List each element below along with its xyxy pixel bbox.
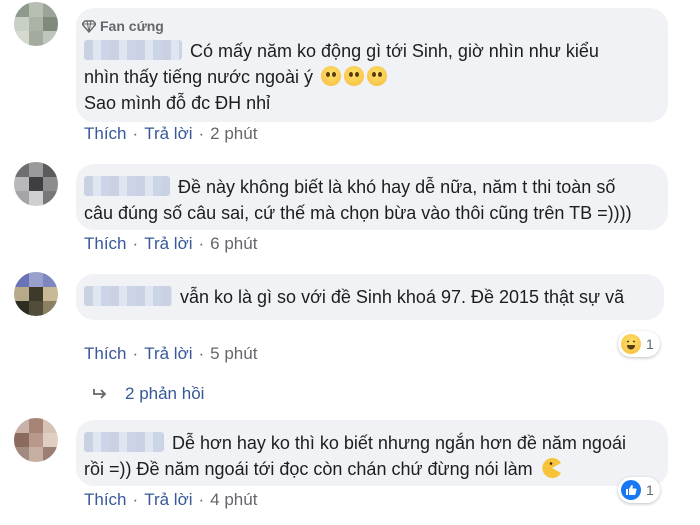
- reaction-summary[interactable]: 1: [618, 477, 660, 503]
- pacman-emoji-icon: [541, 458, 562, 485]
- like-reaction-icon: [621, 480, 641, 500]
- reply-link[interactable]: Trả lời: [144, 490, 192, 509]
- comment-actions: Thích · Trả lời · 4 phút: [84, 490, 258, 509]
- avatar[interactable]: [14, 418, 58, 462]
- comment-4: Dễ hơn hay ko thì ko biết nhưng ngắn hơn…: [0, 0, 700, 525]
- comment-text: Dễ hơn hay ko thì ko biết nhưng ngắn hơn…: [84, 430, 626, 456]
- timestamp[interactable]: 4 phút: [210, 490, 257, 509]
- author-name[interactable]: [84, 432, 164, 452]
- like-link[interactable]: Thích: [84, 490, 127, 509]
- reaction-count: 1: [646, 482, 654, 498]
